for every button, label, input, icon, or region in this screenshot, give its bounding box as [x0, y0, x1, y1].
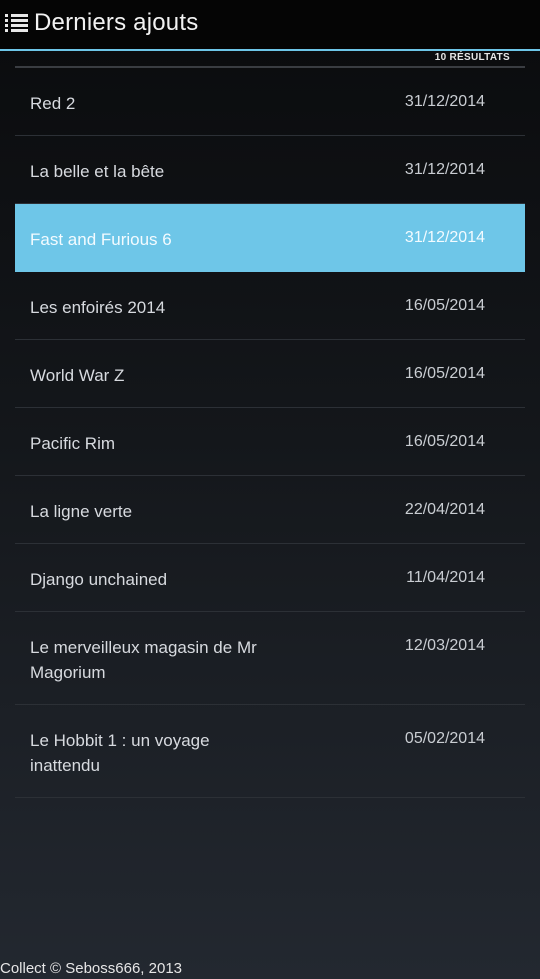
item-title: Red 2 — [30, 94, 76, 113]
item-date: 31/12/2014 — [404, 93, 485, 110]
item-date: 16/05/2014 — [404, 297, 485, 314]
list-item[interactable]: World War Z 16/05/2014 — [15, 340, 525, 408]
item-title: Le merveilleux magasin de Mr Magorium — [30, 638, 257, 682]
list-item[interactable]: La belle et la bête 31/12/2014 — [15, 136, 525, 204]
results-list: Red 2 31/12/2014 La belle et la bête 31/12/… — [15, 68, 525, 798]
item-date: 05/02/2014 — [404, 730, 485, 747]
item-title: Le Hobbit 1 : un voyage inattendu — [30, 731, 210, 775]
item-title: World War Z — [30, 366, 125, 385]
list-item[interactable]: Red 2 31/12/2014 — [15, 68, 525, 136]
item-date: 16/05/2014 — [404, 365, 485, 382]
item-title: Les enfoirés 2014 — [30, 298, 166, 317]
list-item[interactable]: Pacific Rim 16/05/2014 — [15, 408, 525, 476]
item-date: 12/03/2014 — [404, 637, 485, 654]
list-item[interactable]: Le merveilleux magasin de Mr Magorium 12/… — [15, 612, 525, 705]
list-item[interactable]: Fast and Furious 6 31/12/2014 — [15, 204, 525, 272]
list-item[interactable]: Django unchained 11/04/2014 — [15, 544, 525, 612]
item-title: Pacific Rim — [30, 434, 116, 453]
item-date: 31/12/2014 — [404, 229, 485, 246]
item-date: 31/12/2014 — [404, 161, 485, 178]
item-title: Django unchained — [30, 570, 168, 589]
item-title: La belle et la bête — [30, 162, 165, 181]
item-date: 22/04/2014 — [404, 501, 485, 518]
app-header: Derniers ajouts — [0, 0, 540, 51]
item-date: 16/05/2014 — [404, 433, 485, 450]
list-item[interactable]: Les enfoirés 2014 16/05/2014 — [15, 272, 525, 340]
footer-copyright: Collect © Seboss666, 2013 — [0, 960, 182, 977]
item-title: Fast and Furious 6 — [30, 230, 172, 249]
list-item[interactable]: La ligne verte 22/04/2014 — [15, 476, 525, 544]
page-title: Derniers ajouts — [34, 9, 199, 36]
item-title: La ligne verte — [30, 502, 133, 521]
item-date: 11/04/2014 — [406, 569, 485, 586]
list-item[interactable]: Le Hobbit 1 : un voyage inattendu 05/02/2… — [15, 705, 525, 798]
results-count: 10 RÉSULTATS — [434, 52, 510, 63]
list-icon[interactable] — [5, 14, 28, 33]
